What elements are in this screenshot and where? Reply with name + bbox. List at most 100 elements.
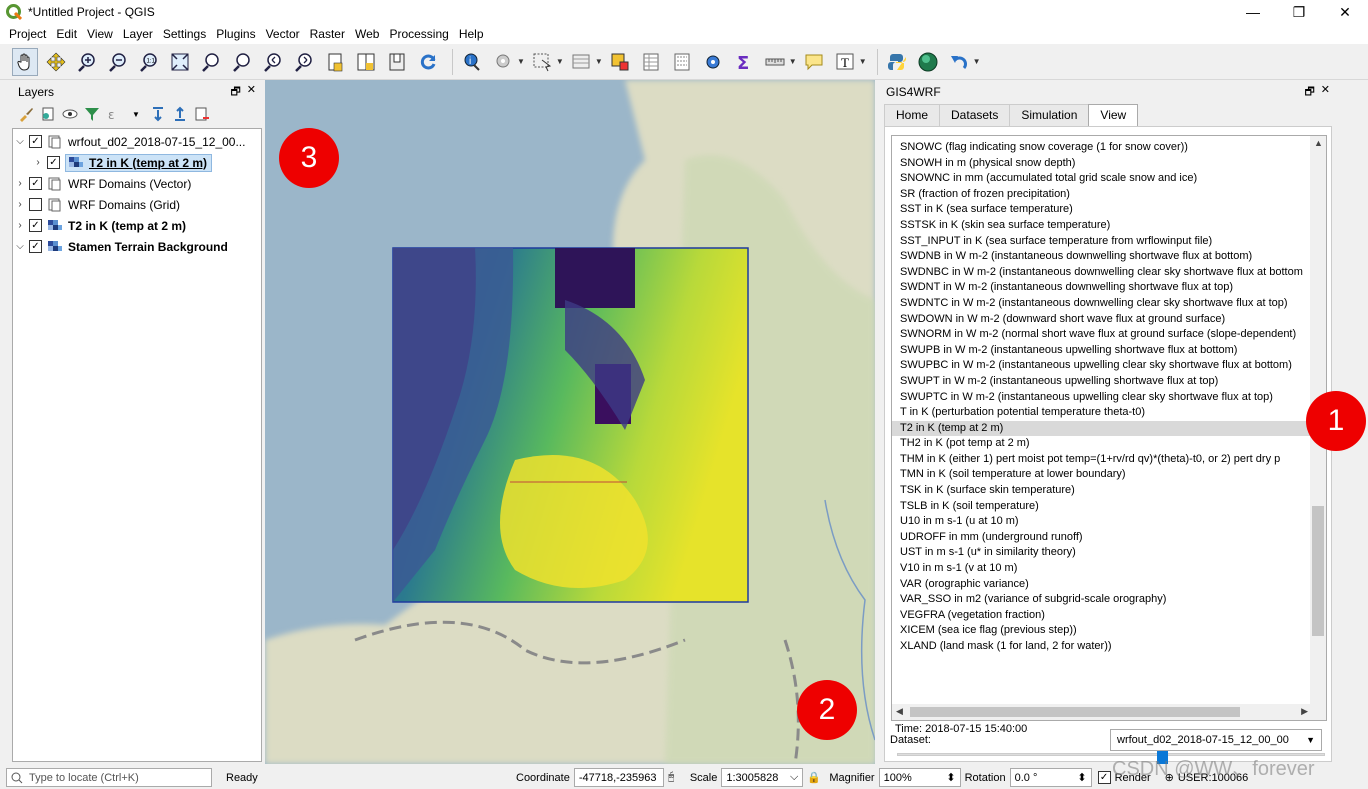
list-item[interactable]: SWDNB in W m-2 (instantaneous downwellin… [892, 249, 1312, 265]
collapsed-arrow-icon[interactable]: › [13, 199, 27, 210]
expand-all-icon[interactable] [150, 106, 166, 122]
collapse-all-icon[interactable] [172, 106, 188, 122]
list-item[interactable]: TSK in K (surface skin temperature) [892, 483, 1312, 499]
map-view[interactable] [265, 80, 875, 764]
list-item[interactable]: SWUPBC in W m-2 (instantaneous upwelling… [892, 358, 1312, 374]
collapsed-arrow-icon[interactable]: › [31, 157, 45, 168]
undock-icon[interactable]: 🗗 [1304, 83, 1314, 102]
expression-filter-icon[interactable]: ε [106, 106, 122, 122]
zoom-in-button[interactable] [74, 48, 100, 76]
list-item[interactable]: XLAND (land mask (1 for land, 2 for wate… [892, 639, 1312, 655]
list-item[interactable]: SWDNTC in W m-2 (instantaneous downwelli… [892, 296, 1312, 312]
list-item[interactable]: XICEM (sea ice flag (previous step)) [892, 623, 1312, 639]
statistics-button[interactable]: Σ [731, 48, 757, 76]
zoom-to-layer-button[interactable] [229, 48, 255, 76]
layer-checkbox[interactable]: ✓ [47, 156, 60, 169]
spin-icon[interactable]: ⬍ [1077, 771, 1086, 784]
layer-item-wrf-domains-grid[interactable]: › WRF Domains (Grid) [13, 194, 261, 215]
close-button[interactable]: ✕ [1322, 0, 1368, 24]
list-item[interactable]: SNOWC (flag indicating snow coverage (1 … [892, 140, 1312, 156]
list-item[interactable]: UDROFF in mm (underground runoff) [892, 530, 1312, 546]
horizontal-scrollbar[interactable]: ◀ ▶ [892, 704, 1326, 720]
list-item[interactable]: SWNORM in W m-2 (normal short wave flux … [892, 327, 1312, 343]
attribute-table-button[interactable] [638, 48, 664, 76]
layer-checkbox[interactable]: ✓ [29, 240, 42, 253]
render-checkbox[interactable]: ✓ [1097, 771, 1111, 784]
undo-button[interactable] [946, 48, 972, 76]
remove-layer-icon[interactable] [194, 106, 210, 122]
chevron-down-icon[interactable]: ▼ [517, 57, 525, 66]
list-item[interactable]: THM in K (either 1) pert moist pot temp=… [892, 452, 1312, 468]
layer-item-t2[interactable]: › ✓ T2 in K (temp at 2 m) [13, 215, 261, 236]
list-item[interactable]: TSLB in K (soil temperature) [892, 499, 1312, 515]
action-button[interactable] [490, 48, 516, 76]
list-item[interactable]: T2 in K (temp at 2 m) [892, 420, 1312, 437]
tab-home[interactable]: Home [884, 104, 941, 126]
mouse-pointer-icon[interactable]: 🖰 [668, 771, 686, 784]
minimize-button[interactable]: — [1230, 0, 1276, 24]
list-item[interactable]: SWUPT in W m-2 (instantaneous upwelling … [892, 374, 1312, 390]
refresh-button[interactable] [415, 48, 441, 76]
style-brush-icon[interactable] [18, 106, 34, 122]
pan-to-selection-button[interactable] [43, 48, 69, 76]
list-item[interactable]: SWUPTC in W m-2 (instantaneous upwelling… [892, 390, 1312, 406]
measure-button[interactable] [762, 48, 788, 76]
chevron-down-icon[interactable]: ▼ [556, 57, 564, 66]
magnifier-field[interactable]: 100% ⬍ [878, 768, 961, 787]
eye-icon[interactable] [62, 106, 78, 122]
menu-project[interactable]: Project [4, 27, 51, 41]
field-calculator-button[interactable] [669, 48, 695, 76]
filter-icon[interactable] [84, 106, 100, 122]
list-item[interactable]: SWUPB in W m-2 (instantaneous upwelling … [892, 343, 1312, 359]
globe-button[interactable] [915, 48, 941, 76]
chevron-down-icon[interactable]: ▼ [973, 57, 981, 66]
zoom-last-button[interactable] [260, 48, 286, 76]
expanded-arrow-icon[interactable]: ⌵ [13, 136, 27, 147]
show-bookmarks-button[interactable] [353, 48, 379, 76]
zoom-next-button[interactable] [291, 48, 317, 76]
menu-raster[interactable]: Raster [305, 27, 350, 41]
list-item[interactable]: VAR (orographic variance) [892, 577, 1312, 593]
undock-icon[interactable]: 🗗 [230, 83, 240, 102]
list-item[interactable]: SSTSK in K (skin sea surface temperature… [892, 218, 1312, 234]
expanded-arrow-icon[interactable]: ⌵ [13, 241, 27, 252]
text-annotation-button[interactable]: T [832, 48, 858, 76]
python-console-button[interactable] [884, 48, 910, 76]
layer-item-t2-child[interactable]: › ✓ T2 in K (temp at 2 m) [13, 152, 261, 173]
map-canvas[interactable]: 3 2 [265, 80, 875, 764]
menu-web[interactable]: Web [350, 27, 384, 41]
new-bookmark-button[interactable] [322, 48, 348, 76]
menu-settings[interactable]: Settings [158, 27, 211, 41]
map-tips-button[interactable] [801, 48, 827, 76]
scale-combo[interactable]: 1:3005828 ⌵ [721, 768, 804, 787]
scroll-thumb[interactable] [1312, 506, 1324, 636]
menu-processing[interactable]: Processing [384, 27, 453, 41]
menu-view[interactable]: View [82, 27, 118, 41]
menu-edit[interactable]: Edit [51, 27, 82, 41]
list-item[interactable]: SNOWNC in mm (accumulated total grid sca… [892, 171, 1312, 187]
collapsed-arrow-icon[interactable]: › [13, 178, 27, 189]
collapsed-arrow-icon[interactable]: › [13, 220, 27, 231]
layer-item-wrfout[interactable]: ⌵ ✓ wrfout_d02_2018-07-15_12_00... [13, 131, 261, 152]
chevron-down-icon[interactable]: ▼ [128, 106, 144, 122]
list-item[interactable]: SWDNBC in W m-2 (instantaneous downwelli… [892, 265, 1312, 281]
menu-help[interactable]: Help [454, 27, 489, 41]
scroll-right-icon[interactable]: ▶ [1301, 706, 1308, 717]
list-item[interactable]: UST in m s-1 (u* in similarity theory) [892, 545, 1312, 561]
selected-layer[interactable]: T2 in K (temp at 2 m) [65, 153, 213, 172]
tab-datasets[interactable]: Datasets [939, 104, 1011, 126]
layer-checkbox[interactable] [29, 198, 42, 211]
dataset-select[interactable]: wrfout_d02_2018-07-15_12_00_00 ▼ [1110, 729, 1322, 751]
lock-icon[interactable]: 🔒 [807, 771, 825, 784]
list-item[interactable]: VAR_SSO in m2 (variance of subgrid-scale… [892, 592, 1312, 608]
scroll-up-icon[interactable]: ▲ [1314, 138, 1323, 148]
tab-simulation[interactable]: Simulation [1009, 104, 1090, 126]
zoom-full-button[interactable] [167, 48, 193, 76]
zoom-out-button[interactable] [105, 48, 131, 76]
layer-item-wrf-domains-vector[interactable]: › ✓ WRF Domains (Vector) [13, 173, 261, 194]
list-item[interactable]: U10 in m s-1 (u at 10 m) [892, 514, 1312, 530]
add-group-icon[interactable] [40, 106, 56, 122]
chevron-down-icon[interactable]: ▼ [859, 57, 867, 66]
list-item[interactable]: TH2 in K (pot temp at 2 m) [892, 436, 1312, 452]
pan-tool-button[interactable] [12, 47, 38, 76]
